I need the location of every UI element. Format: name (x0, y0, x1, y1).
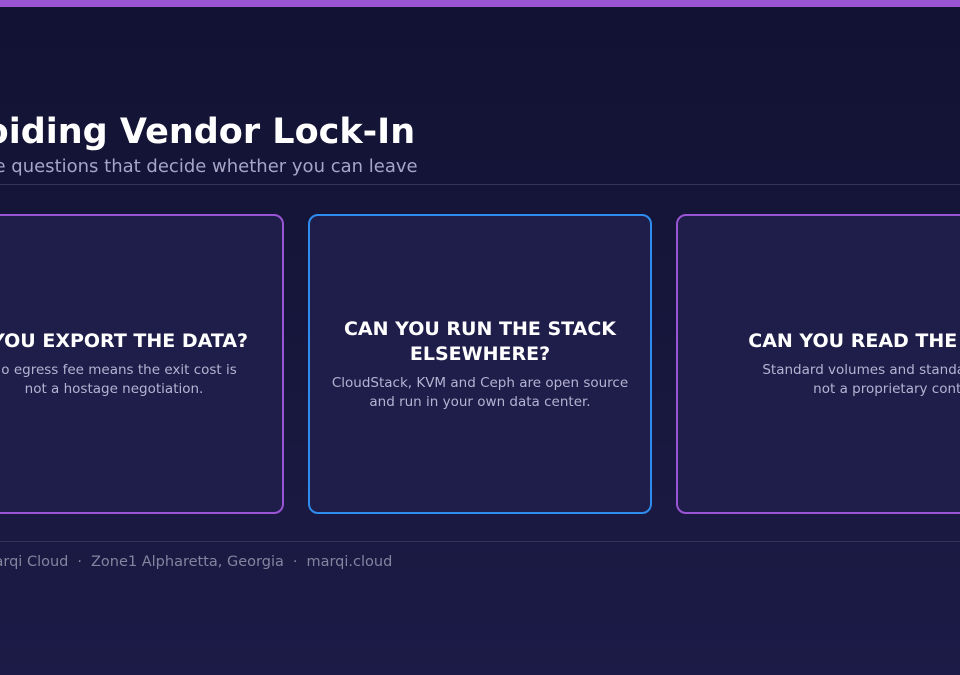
footer-separator: · (292, 554, 298, 570)
card-text: Standard volumes and standard protocols,… (762, 362, 960, 397)
card-text: CloudStack, KVM and Ceph are open source… (331, 374, 629, 410)
footer-separator: · (77, 554, 82, 570)
card-heading: CAN YOU EXPORT THE DATA? (0, 330, 249, 352)
card-text: No egress fee means the exit cost is not… (0, 362, 237, 397)
footer: Marqi Cloud · Zone1 Alpharetta, Georgia · ma… (0, 554, 392, 570)
footer-brand: Marqi Cloud (0, 554, 69, 570)
card-read-format: CAN YOU READ THE FORMAT? Standard volume… (676, 214, 960, 514)
footer-divider (0, 541, 960, 542)
slide-subtitle: Three questions that decide whether you … (0, 156, 418, 177)
card-run-stack: CAN YOU RUN THE STACK ELSEWHERE? CloudSt… (308, 214, 652, 514)
slide-title: Avoiding Vendor Lock-In (0, 112, 416, 152)
footer-location: Zone1 Alpharetta, Georgia (90, 554, 284, 570)
accent-bar (0, 0, 960, 7)
footer-website: marqi.cloud (306, 554, 393, 570)
card-content: CAN YOU RUN THE STACK ELSEWHERE? CloudSt… (324, 317, 636, 412)
card-heading: CAN YOU READ THE FORMAT? (748, 330, 960, 352)
card-heading: CAN YOU RUN THE STACK ELSEWHERE? (343, 317, 616, 365)
card-content: CAN YOU READ THE FORMAT? Standard volume… (748, 329, 960, 399)
header-divider (0, 184, 960, 185)
card-export-data: CAN YOU EXPORT THE DATA? No egress fee m… (0, 214, 284, 514)
card-content: CAN YOU EXPORT THE DATA? No egress fee m… (0, 329, 250, 399)
slide: Avoiding Vendor Lock-In Three questions … (0, 0, 960, 675)
